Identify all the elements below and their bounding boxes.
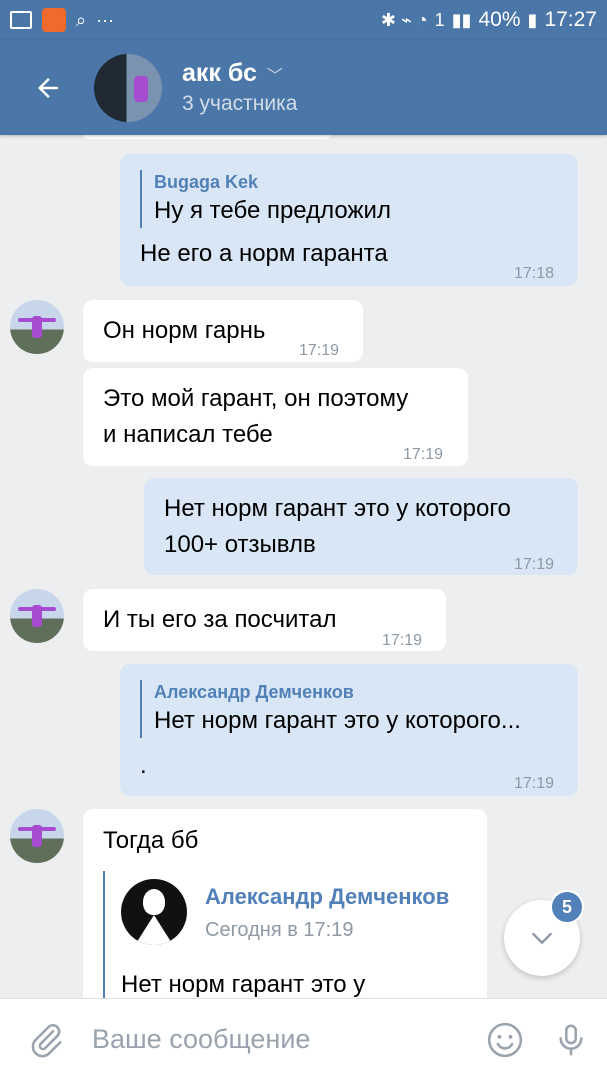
forwarded-date: Сегодня в 17:19 bbox=[205, 919, 354, 941]
message-input[interactable]: Ваше сообщение bbox=[92, 1024, 475, 1055]
signal-icons: ✱ ⌁ ◔ bbox=[380, 9, 428, 30]
message-bubble-incoming[interactable]: Он норм гарнь 17:19 bbox=[83, 300, 363, 362]
message-list[interactable]: Bugaga Kek Ну я тебе предложил Не его а … bbox=[0, 135, 607, 998]
quote-text: Нет норм гарант это у которого... bbox=[154, 707, 521, 734]
message-text: . bbox=[140, 752, 147, 779]
gallery-icon bbox=[10, 11, 32, 29]
message-text: Не его а норм гаранта bbox=[140, 240, 388, 267]
message-text: И ты его за посчитал bbox=[103, 606, 337, 633]
cell-signal-icon: ▮▮ bbox=[451, 9, 472, 30]
message-time: 17:19 bbox=[382, 632, 423, 649]
message-text: Он норм гарнь bbox=[103, 317, 266, 344]
message-time: 17:19 bbox=[514, 775, 555, 792]
sender-avatar[interactable] bbox=[10, 589, 64, 643]
message-text-line: Нет норм гарант это у которого bbox=[164, 495, 511, 522]
message-bubble-outgoing[interactable]: Bugaga Kek Ну я тебе предложил Не его а … bbox=[120, 154, 578, 286]
quote-text: Ну я тебе предложил bbox=[154, 197, 391, 224]
chat-avatar[interactable] bbox=[94, 53, 162, 122]
reply-quote[interactable]: Bugaga Kek Ну я тебе предложил bbox=[140, 170, 560, 228]
message-bubble-incoming[interactable]: Тогда бб Александр Демченков Сегодня в 1… bbox=[83, 809, 487, 998]
sim-indicator: 1 bbox=[434, 9, 445, 30]
unread-count-badge: 5 bbox=[550, 890, 584, 924]
chat-title: акк бс bbox=[182, 59, 257, 87]
message-time: 17:19 bbox=[403, 446, 444, 463]
message-bubble-outgoing[interactable]: Нет норм гарант это у которого 100+ отзы… bbox=[144, 478, 578, 575]
message-bubble-incoming[interactable]: Это мой гарант, он поэтому и написал теб… bbox=[83, 368, 468, 466]
emoji-button[interactable] bbox=[475, 1021, 535, 1059]
message-text-line: и написал тебе bbox=[103, 421, 273, 448]
back-arrow-icon bbox=[38, 77, 58, 98]
app-notification-icon bbox=[42, 8, 66, 32]
more-notifications-icon: ··· bbox=[96, 9, 115, 30]
status-bar: ⌕ ··· ✱ ⌁ ◔ 1 ▮▮ 40% ▮ 17:27 bbox=[0, 0, 607, 40]
search-icon: ⌕ bbox=[76, 9, 87, 30]
attach-button[interactable] bbox=[0, 1021, 92, 1059]
forwarded-message[interactable]: Александр Демченков Сегодня в 17:19 Нет … bbox=[103, 871, 473, 998]
previous-message-edge bbox=[82, 135, 332, 139]
reply-quote[interactable]: Александр Демченков Нет норм гарант это … bbox=[140, 680, 560, 738]
forwarded-text: Нет норм гарант это у bbox=[121, 971, 366, 998]
message-text-line: 100+ отзывлв bbox=[164, 531, 316, 558]
message-input-bar: Ваше сообщение bbox=[0, 998, 607, 1080]
chevron-down-icon bbox=[531, 932, 553, 945]
battery-percent: 40% bbox=[478, 8, 521, 31]
message-time: 17:18 bbox=[514, 265, 555, 282]
message-time: 17:19 bbox=[299, 342, 340, 359]
sender-avatar[interactable] bbox=[10, 300, 64, 354]
mic-icon bbox=[559, 1023, 583, 1056]
voice-message-button[interactable] bbox=[535, 1021, 607, 1059]
back-button[interactable] bbox=[0, 40, 96, 135]
quote-author: Александр Демченков bbox=[154, 682, 354, 702]
quote-author: Bugaga Kek bbox=[154, 172, 259, 192]
chat-header: акк бс ﹀ 3 участника bbox=[0, 40, 607, 135]
chevron-down-icon: ﹀ bbox=[266, 67, 283, 85]
message-time: 17:19 bbox=[514, 556, 555, 573]
emoji-icon bbox=[487, 1022, 523, 1057]
battery-icon: ▮ bbox=[527, 9, 538, 30]
forwarded-author[interactable]: Александр Демченков bbox=[205, 883, 449, 911]
forwarded-author-avatar[interactable] bbox=[121, 879, 187, 945]
clock: 17:27 bbox=[544, 8, 597, 31]
sender-avatar[interactable] bbox=[10, 809, 64, 863]
message-bubble-outgoing[interactable]: Александр Демченков Нет норм гарант это … bbox=[120, 664, 578, 796]
attach-icon bbox=[31, 1023, 62, 1057]
message-bubble-incoming[interactable]: И ты его за посчитал 17:19 bbox=[83, 589, 446, 651]
chat-title-block[interactable]: акк бс ﹀ 3 участника bbox=[182, 59, 297, 116]
participants-count: 3 участника bbox=[182, 92, 298, 115]
message-text: Тогда бб bbox=[103, 827, 199, 854]
message-text-line: Это мой гарант, он поэтому bbox=[103, 385, 409, 412]
